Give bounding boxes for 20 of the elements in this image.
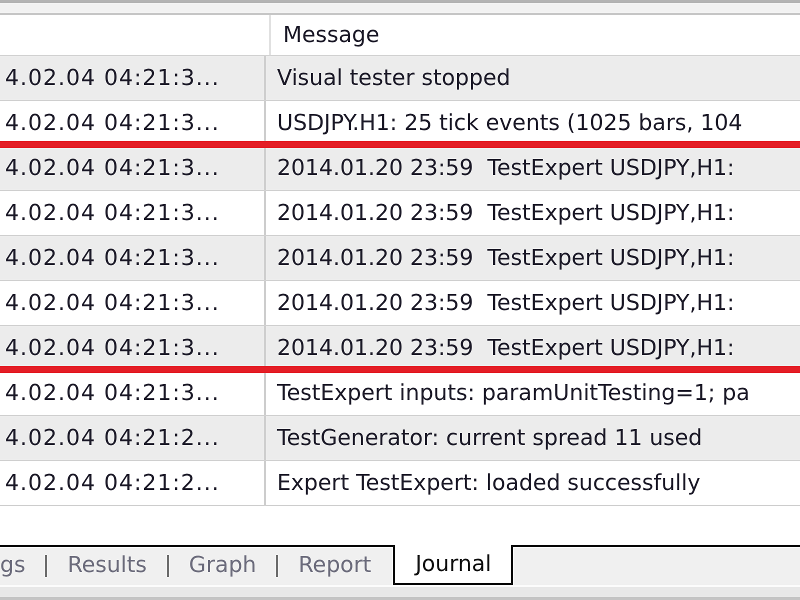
table-cell-text: 2014.01.20 23:59 TestExpert USDJPY,H1: bbox=[276, 290, 736, 318]
tab[interactable]: Graph bbox=[168, 547, 276, 583]
table-cell-text: USDJPY.H1: 25 tick events (1025 bars, 104 bbox=[276, 110, 744, 138]
table-cell: 4.02.04 04:21:3... bbox=[0, 56, 266, 100]
table-cell: 4.02.04 04:21:3... bbox=[0, 236, 266, 280]
table-cell: TestGenerator: current spread 11 used bbox=[266, 416, 800, 460]
table-cell: 4.02.04 04:21:2... bbox=[0, 416, 266, 460]
table-cell: 2014.01.20 23:59 TestExpert USDJPY,H1: bbox=[266, 146, 800, 190]
table-cell-text: Expert TestExpert: loaded successfully bbox=[276, 470, 702, 498]
table-cell-text: 2014.01.20 23:59 TestExpert USDJPY,H1: bbox=[276, 200, 736, 228]
table-cell: Visual tester stopped bbox=[266, 56, 800, 100]
tab[interactable]: Journal bbox=[393, 545, 514, 585]
table-cell: 4.02.04 04:21:3... bbox=[0, 146, 266, 190]
column-header[interactable]: Message bbox=[271, 15, 800, 55]
tab[interactable]: Report bbox=[278, 547, 392, 583]
tab[interactable]: gs bbox=[0, 547, 46, 583]
table-cell: 4.02.04 04:21:2... bbox=[0, 461, 266, 505]
tab[interactable]: Results bbox=[47, 547, 167, 583]
table-cell: 2014.01.20 23:59 TestExpert USDJPY,H1: bbox=[266, 236, 800, 280]
table-cell-text: TestExpert inputs: paramUnitTesting=1; pa bbox=[276, 380, 751, 408]
